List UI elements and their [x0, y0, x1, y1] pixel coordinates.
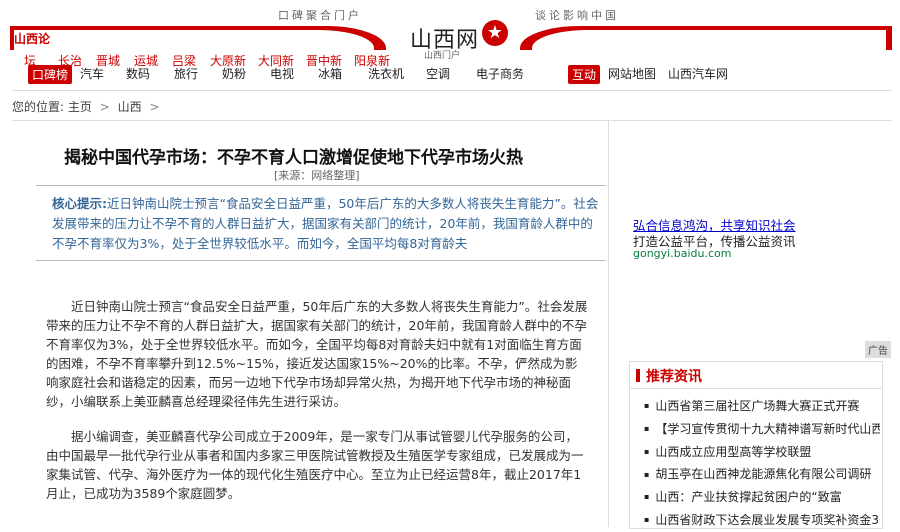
header-white-band-right: [532, 30, 886, 50]
nav-item-digital[interactable]: 数码: [126, 65, 150, 82]
header-slogan-left: 口碑聚合门户: [278, 9, 362, 22]
nav-item-travel[interactable]: 旅行: [174, 65, 198, 82]
section-label[interactable]: 山西论: [14, 32, 50, 46]
breadcrumb: 您的位置: 主页 > 山西 >: [12, 98, 164, 115]
nav-item-auto[interactable]: 汽车: [80, 65, 104, 82]
nav-link-sitemap[interactable]: 网站地图: [608, 65, 656, 82]
nav-item-aircon[interactable]: 空调: [426, 65, 450, 82]
koubei-badge[interactable]: 口碑榜: [28, 65, 73, 84]
list-item[interactable]: 山西省财政下达会展业发展专项奖补资金360万: [644, 509, 880, 532]
nav-item-ecommerce[interactable]: 电子商务: [476, 65, 524, 82]
list-item[interactable]: 山西省第三届社区广场舞大赛正式开赛: [644, 395, 880, 418]
header-slogan-right: 谈论影响中国: [535, 9, 619, 22]
list-item[interactable]: 山西：产业扶贫撑起贫困户的“致富: [644, 486, 880, 509]
article-paragraph: 近日钟南山院士预言“食品安全日益严重，50年后广东的大多数人将丧失生育能力”。社…: [46, 299, 588, 409]
sidebar: 弘合信息鸿沟，共享知识社会 打造公益平台，传播公益资讯 gongyi.baidu…: [609, 121, 892, 529]
article-column: 揭秘中国代孕市场：不孕不育人口激增促使地下代孕市场火热 [来源：网络整理] 核心…: [12, 121, 609, 527]
main-nav: 坛 长治 晋城 运城 吕梁 大原新 大同新 晋中新 阳泉新 口碑榜 汽车 数码 …: [12, 54, 892, 91]
ad-badge: 广告: [865, 341, 891, 358]
nav-link-shanxi-auto[interactable]: 山西汽车网: [668, 65, 728, 82]
article-paragraph: 据小编调查，美亚麟喜代孕公司成立于2009年，是一家专门从事试管婴儿代孕服务的公…: [46, 429, 584, 501]
city-links: 山西论: [14, 30, 374, 48]
chevron-right-icon: >: [149, 100, 160, 114]
breadcrumb-prefix: 您的位置:: [12, 100, 65, 114]
article-source: [来源：网络整理]: [274, 169, 360, 182]
summary-text: 近日钟南山院士预言“食品安全日益严重，50年后广东的大多数人将丧失生育能力”。社…: [52, 196, 599, 251]
recommended-list: 山西省第三届社区广场舞大赛正式开赛 【学习宣传贯彻十九大精神谱写新时代山西发 山…: [630, 389, 882, 532]
breadcrumb-section[interactable]: 山西: [118, 100, 142, 114]
list-item[interactable]: 山西成立应用型高等学校联盟: [644, 441, 880, 464]
site-logo[interactable]: 山西网 山西门户 ★: [410, 20, 520, 61]
nav-item-formula[interactable]: 奶粉: [222, 65, 246, 82]
list-item[interactable]: 【学习宣传贯彻十九大精神谱写新时代山西发: [644, 418, 880, 441]
nav-item-tv[interactable]: 电视: [270, 65, 294, 82]
section-bar-icon: [636, 369, 640, 382]
nav-item-washer[interactable]: 洗衣机: [368, 65, 404, 82]
list-item[interactable]: 胡玉亭在山西神龙能源焦化有限公司调研: [644, 463, 880, 486]
ad-url[interactable]: gongyi.baidu.com: [633, 247, 731, 260]
summary-label: 核心提示:: [52, 196, 107, 211]
chevron-right-icon: >: [99, 100, 110, 114]
article-summary: 核心提示:近日钟南山院士预言“食品安全日益严重，50年后广东的大多数人将丧失生育…: [36, 185, 606, 261]
recommended-header: 推荐资讯: [630, 362, 882, 389]
content-frame: 揭秘中国代孕市场：不孕不育人口激增促使地下代孕市场火热 [来源：网络整理] 核心…: [12, 120, 892, 529]
article-title: 揭秘中国代孕市场：不孕不育人口激增促使地下代孕市场火热: [64, 148, 523, 168]
site-header: 口碑聚合门户 谈论影响中国 山西论 山西网 山西门户 ★: [0, 0, 900, 61]
breadcrumb-home[interactable]: 主页: [68, 100, 92, 114]
star-icon: ★: [482, 20, 508, 46]
recommended-title: 推荐资讯: [646, 369, 702, 385]
recommended-news: 推荐资讯 山西省第三届社区广场舞大赛正式开赛 【学习宣传贯彻十九大精神谱写新时代…: [629, 361, 883, 529]
interact-badge[interactable]: 互动: [568, 65, 601, 84]
nav-item-fridge[interactable]: 冰箱: [318, 65, 342, 82]
